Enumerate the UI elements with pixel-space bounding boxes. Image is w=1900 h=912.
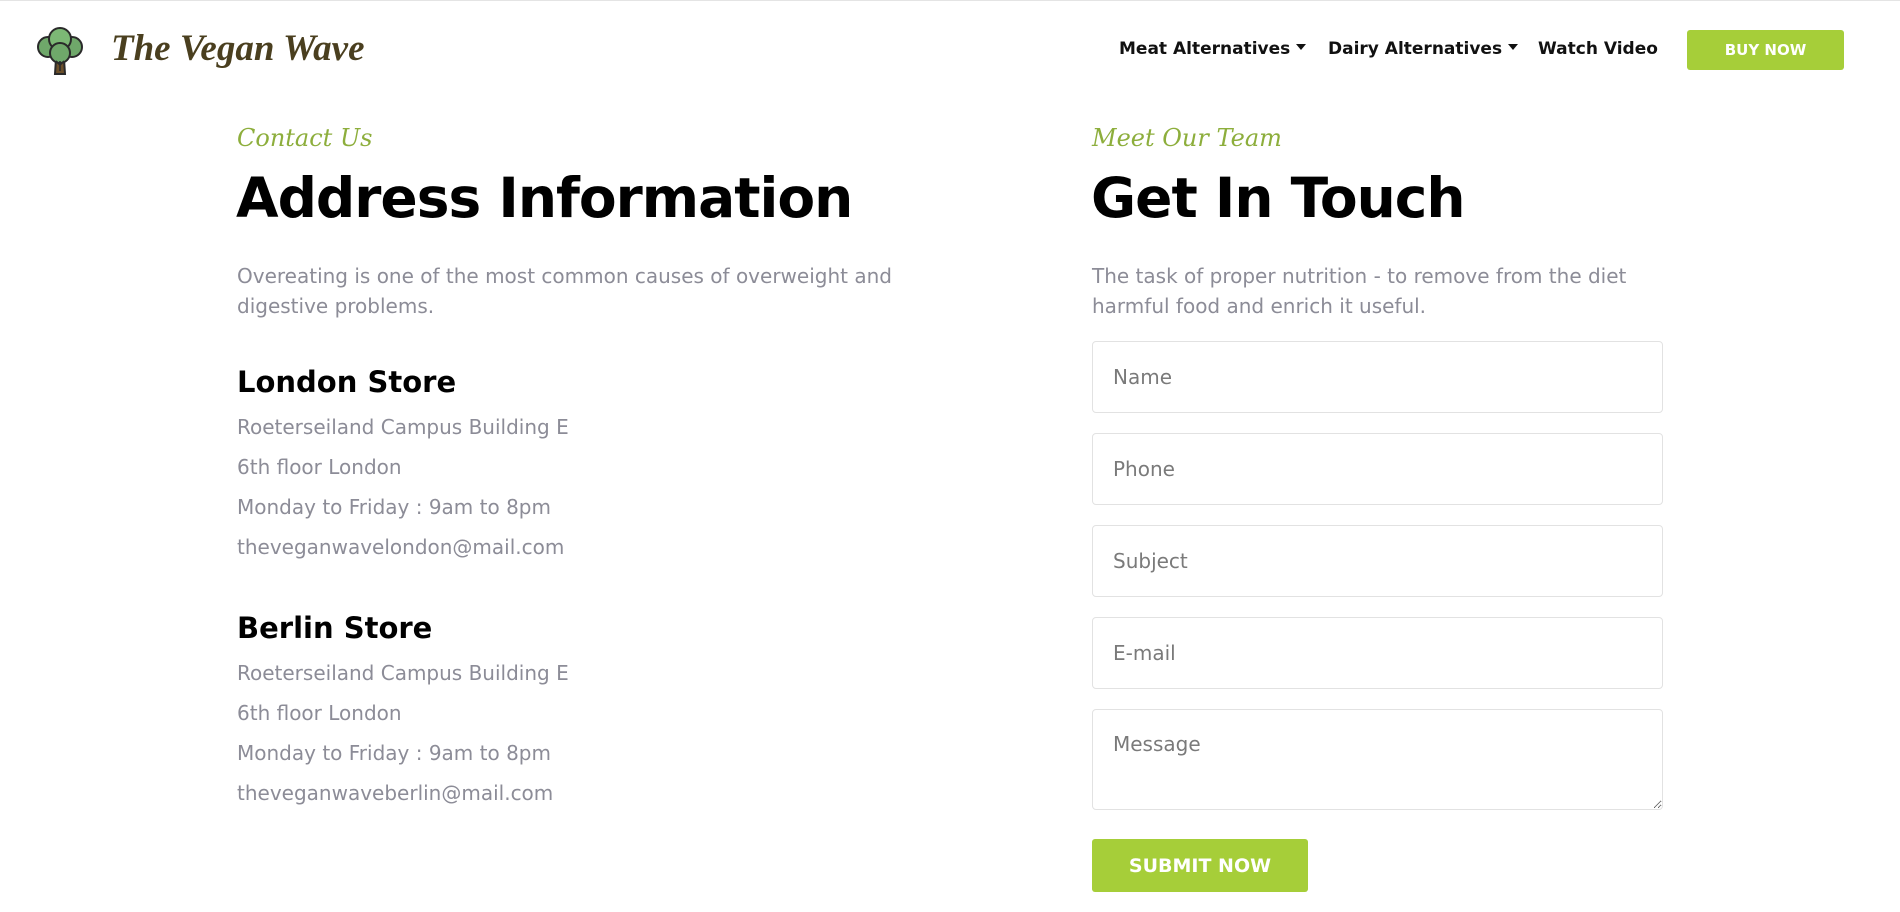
nav-dairy-alternatives[interactable]: Dairy Alternatives [1328,39,1519,59]
get-in-touch-lead: The task of proper nutrition - to remove… [1092,264,1627,318]
address-lead: Overeating is one of the most common cau… [237,264,892,318]
london-address-line1: Roeterseiland Campus Building E [237,415,569,439]
nav-video-label: Watch Video [1538,39,1658,59]
nav-watch-video[interactable]: Watch Video [1538,39,1658,59]
brand-logo[interactable]: The Vegan Wave [34,25,365,77]
name-field[interactable] [1092,341,1663,413]
berlin-email[interactable]: theveganwaveberlin@mail.com [237,781,553,805]
berlin-hours: Monday to Friday : 9am to 8pm [237,741,551,765]
caret-down-icon [1296,44,1307,50]
team-eyebrow: Meet Our Team [1092,124,1282,152]
message-field[interactable] [1092,709,1663,810]
buy-now-button[interactable]: BUY NOW [1687,30,1844,70]
subject-field[interactable] [1092,525,1663,597]
address-heading: Address Information [236,166,853,230]
brand-name[interactable]: The Vegan Wave [111,27,365,70]
broccoli-icon [37,27,83,75]
submit-button[interactable]: SUBMIT NOW [1092,839,1308,892]
phone-field[interactable] [1092,433,1663,505]
nav-meat-label: Meat Alternatives [1119,39,1291,59]
get-in-touch-heading: Get In Touch [1091,166,1466,230]
berlin-store-title: Berlin Store [237,611,433,645]
london-store-title: London Store [237,365,457,399]
london-hours: Monday to Friday : 9am to 8pm [237,495,551,519]
contact-eyebrow: Contact Us [237,124,373,152]
email-field[interactable] [1092,617,1663,689]
caret-down-icon [1508,44,1519,50]
berlin-address-line1: Roeterseiland Campus Building E [237,661,569,685]
nav-dairy-label: Dairy Alternatives [1328,39,1503,59]
nav-meat-alternatives[interactable]: Meat Alternatives [1119,39,1307,59]
site-header: The Vegan Wave Meat Alternatives Dairy A… [0,0,1900,97]
berlin-address-line2: 6th floor London [237,701,402,725]
london-email[interactable]: theveganwavelondon@mail.com [237,535,564,559]
london-address-line2: 6th floor London [237,455,402,479]
